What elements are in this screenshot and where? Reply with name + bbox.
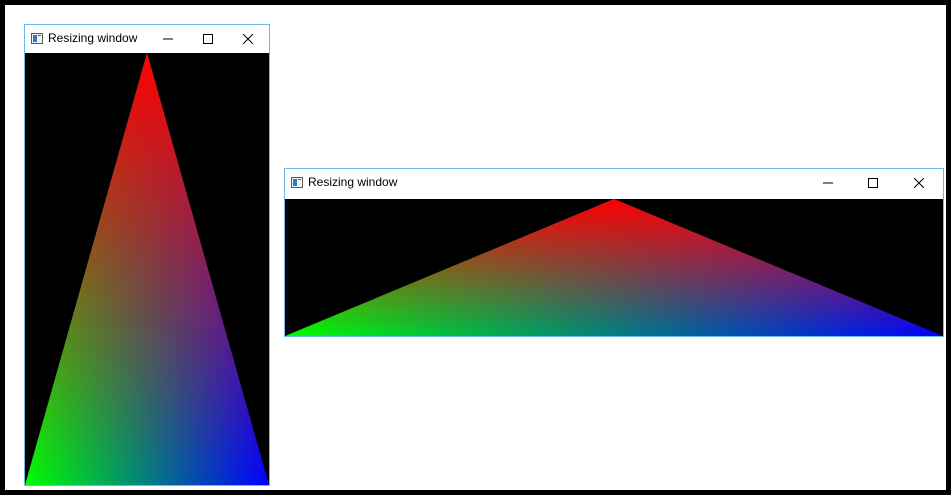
screenshot-frame: Resizing window Resizing window (0, 0, 951, 495)
resizing-window-tall[interactable]: Resizing window (24, 24, 270, 486)
minimize-icon (163, 38, 173, 40)
close-icon (914, 178, 924, 188)
render-area (25, 53, 269, 485)
close-button[interactable] (228, 25, 268, 53)
render-area (285, 199, 943, 336)
title-bar[interactable]: Resizing window (25, 25, 269, 53)
window-title: Resizing window (308, 175, 398, 189)
close-button[interactable] (899, 169, 939, 197)
app-window-icon (291, 177, 303, 188)
maximize-button[interactable] (853, 169, 893, 197)
close-icon (243, 34, 253, 44)
minimize-button[interactable] (808, 169, 848, 197)
window-title: Resizing window (48, 31, 138, 45)
app-window-icon (31, 33, 43, 44)
gradient-triangle (25, 53, 269, 485)
maximize-icon (868, 178, 878, 188)
title-bar[interactable]: Resizing window (285, 169, 943, 197)
minimize-icon (823, 182, 833, 184)
maximize-icon (203, 34, 213, 44)
resizing-window-wide[interactable]: Resizing window (284, 168, 944, 337)
maximize-button[interactable] (188, 25, 228, 53)
minimize-button[interactable] (148, 25, 188, 53)
gradient-triangle (285, 199, 943, 336)
